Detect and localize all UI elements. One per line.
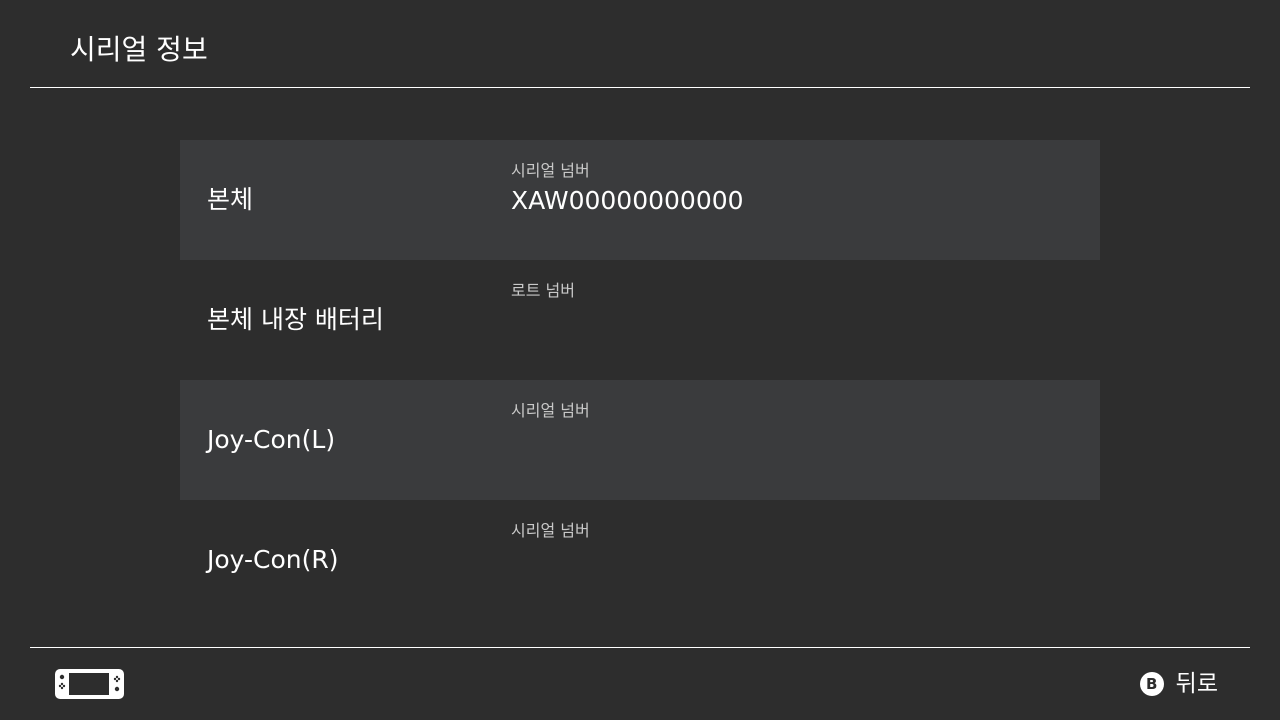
page-title: 시리얼 정보 <box>70 33 208 66</box>
row-label: 본체 <box>207 185 254 214</box>
row-field-label: 시리얼 넘버 <box>511 521 590 540</box>
b-button-icon: B <box>1139 672 1164 696</box>
row-label: 본체 내장 배터리 <box>207 305 384 334</box>
list-item-battery[interactable]: 본체 내장 배터리 로트 넘버 <box>180 260 1100 380</box>
header: 시리얼 정보 <box>0 0 1280 88</box>
row-field-label: 로트 넘버 <box>511 281 575 300</box>
footer: B 뒤로 <box>0 648 1280 720</box>
list-item-console[interactable]: 본체 시리얼 넘버 XAW00000000000 <box>180 140 1100 260</box>
serial-info-screen: 시리얼 정보 본체 시리얼 넘버 XAW00000000000 본체 내장 배터… <box>0 0 1280 720</box>
header-divider <box>30 87 1250 88</box>
back-button[interactable]: B 뒤로 <box>1139 668 1218 700</box>
row-field-label: 시리얼 넘버 <box>511 161 590 180</box>
back-label: 뒤로 <box>1175 671 1218 697</box>
serial-list: 본체 시리얼 넘버 XAW00000000000 본체 내장 배터리 로트 넘버… <box>180 140 1100 620</box>
console-handheld-icon <box>55 669 124 699</box>
list-item-joycon-r[interactable]: Joy-Con(R) 시리얼 넘버 <box>180 500 1100 620</box>
list-item-joycon-l[interactable]: Joy-Con(L) 시리얼 넘버 <box>180 380 1100 500</box>
row-label: Joy-Con(L) <box>207 425 336 454</box>
row-field-label: 시리얼 넘버 <box>511 401 590 420</box>
row-field-value: XAW00000000000 <box>511 186 744 215</box>
row-label: Joy-Con(R) <box>207 545 339 574</box>
